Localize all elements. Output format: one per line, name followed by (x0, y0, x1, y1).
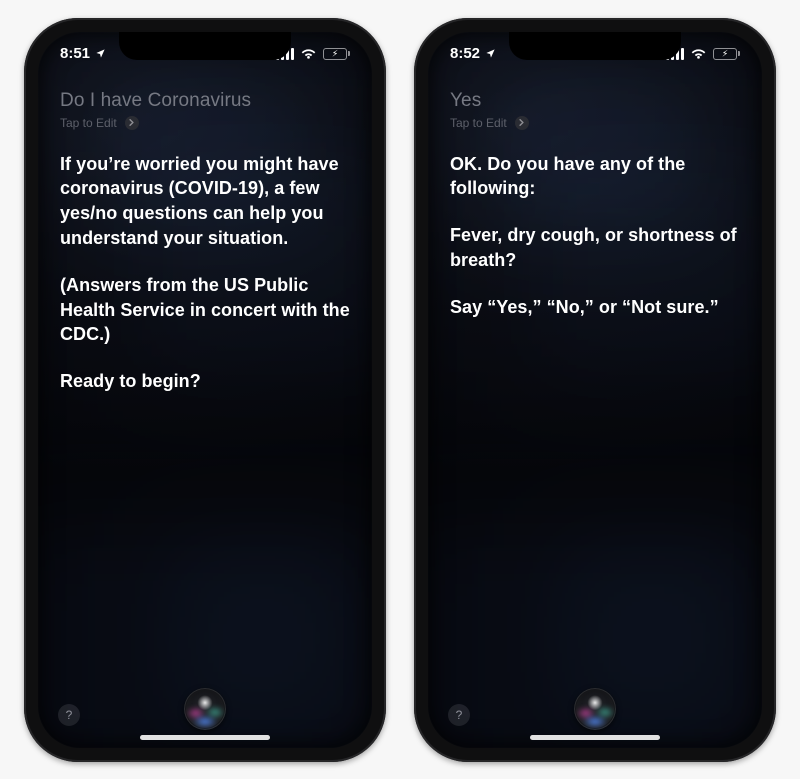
screen: 8:51 ⚡︎ Do I have Coronavirus Tap to Edi… (38, 32, 372, 748)
chevron-right-icon (515, 116, 529, 130)
notch (119, 32, 291, 60)
siri-response: If you’re worried you might have coronav… (60, 152, 350, 395)
screen: 8:52 ⚡︎ Yes Tap to Edit (428, 32, 762, 748)
siri-content: Yes Tap to Edit OK. Do you have any of t… (428, 32, 762, 748)
home-indicator[interactable] (140, 735, 270, 740)
siri-response-paragraph: (Answers from the US Public Health Servi… (60, 273, 350, 347)
chevron-right-icon (125, 116, 139, 130)
siri-user-query[interactable]: Yes (450, 90, 740, 112)
battery-icon: ⚡︎ (323, 48, 350, 60)
location-icon (95, 48, 106, 59)
iphone-frame: 8:52 ⚡︎ Yes Tap to Edit (414, 18, 776, 762)
help-button[interactable]: ? (58, 704, 80, 726)
status-time: 8:52 (450, 45, 480, 62)
siri-user-query[interactable]: Do I have Coronavirus (60, 90, 350, 112)
wifi-icon (690, 48, 707, 60)
help-button[interactable]: ? (448, 704, 470, 726)
status-left: 8:52 (450, 45, 496, 62)
battery-icon: ⚡︎ (713, 48, 740, 60)
tap-to-edit-button[interactable]: Tap to Edit (450, 116, 740, 130)
siri-orb-button[interactable] (184, 688, 226, 730)
tap-to-edit-label: Tap to Edit (450, 116, 507, 130)
siri-response-paragraph: Ready to begin? (60, 369, 350, 394)
siri-response-paragraph: Say “Yes,” “No,” or “Not sure.” (450, 295, 740, 320)
tap-to-edit-button[interactable]: Tap to Edit (60, 116, 350, 130)
status-left: 8:51 (60, 45, 106, 62)
tap-to-edit-label: Tap to Edit (60, 116, 117, 130)
home-indicator[interactable] (530, 735, 660, 740)
siri-content: Do I have Coronavirus Tap to Edit If you… (38, 32, 372, 748)
iphone-frame: 8:51 ⚡︎ Do I have Coronavirus Tap to Edi… (24, 18, 386, 762)
siri-response-paragraph: OK. Do you have any of the following: (450, 152, 740, 202)
status-time: 8:51 (60, 45, 90, 62)
location-icon (485, 48, 496, 59)
wifi-icon (300, 48, 317, 60)
notch (509, 32, 681, 60)
siri-orb-button[interactable] (574, 688, 616, 730)
siri-response-paragraph: Fever, dry cough, or shortness of breath… (450, 223, 740, 273)
siri-response-paragraph: If you’re worried you might have coronav… (60, 152, 350, 251)
siri-response: OK. Do you have any of the following: Fe… (450, 152, 740, 320)
